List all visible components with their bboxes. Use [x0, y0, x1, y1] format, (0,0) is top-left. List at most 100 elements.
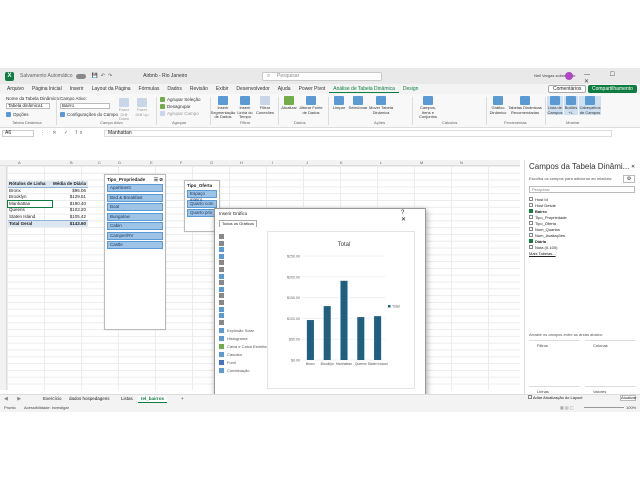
tab-power-pivot[interactable]: Power Pivot [295, 86, 330, 92]
chart-type-item[interactable]: Combinação [219, 367, 249, 374]
update-button[interactable]: Atualizar [620, 395, 637, 401]
refresh-button[interactable]: Atualizar [281, 96, 297, 111]
slicer-item[interactable]: Quarto priv [187, 209, 217, 217]
options-button[interactable]: Opções [6, 112, 29, 117]
add-sheet-icon[interactable]: + [178, 396, 187, 403]
slicer-clear-icons[interactable]: ☰ ⊘ [154, 177, 163, 183]
buttons-toggle[interactable]: Botões +/- [564, 96, 578, 115]
pivot-total-value[interactable]: $143.60 [52, 221, 88, 227]
chart-type-item[interactable]: Explosão Solar [219, 327, 254, 334]
tab-arquivo[interactable]: Arquivo [3, 86, 28, 92]
sheet-tab[interactable]: tel_bairros [138, 396, 168, 403]
group-field-button[interactable]: Agrupar Campo [160, 111, 199, 116]
filter-connections-button[interactable]: Filtrar Conexões [256, 96, 274, 115]
slicer-item[interactable]: Bungalow [107, 212, 163, 221]
chart-type-item[interactable]: Cascata [219, 351, 242, 358]
slicer-item[interactable]: Quarto com [187, 199, 217, 208]
field-checkbox[interactable] [529, 197, 533, 201]
pivot-header-value[interactable]: Média de Diária [52, 181, 88, 187]
dialog-controls[interactable]: ? ✕ [401, 210, 425, 223]
insert-slicer-button[interactable]: Inserir Segmentação de Dados [211, 96, 235, 120]
autosave-toggle[interactable] [75, 73, 86, 79]
field-checkbox[interactable] [529, 233, 533, 237]
field-search-input[interactable]: Pesquisar [529, 186, 635, 193]
slicer-tipo-propriedade[interactable]: Tipo_Propriedade ☰ ⊘ Apartment Bed & Brea… [104, 174, 166, 330]
zoom-slider[interactable] [584, 407, 624, 408]
pivot-name-input[interactable]: Tabela dinâmica1 [6, 103, 50, 109]
column-header[interactable]: L [380, 160, 382, 165]
comments-button[interactable]: Comentários [548, 85, 587, 93]
column-header[interactable]: J [306, 160, 308, 165]
window-controls[interactable]: — ☐ ✕ [584, 71, 640, 85]
tab-dados[interactable]: Dados [163, 86, 185, 92]
more-tables-link[interactable]: Mais Tabelas... [529, 250, 635, 256]
slicer-item[interactable]: Espaço inteiro [187, 190, 217, 202]
column-header[interactable]: G [210, 160, 213, 165]
group-selection-button[interactable]: Agrupar Seleção [160, 97, 201, 102]
pivot-header-label[interactable]: Rótulos de Linha [8, 181, 52, 187]
tab-all-charts[interactable]: Todos os Gráficos [219, 220, 258, 227]
field-checkbox[interactable] [529, 203, 533, 207]
pivot-chart-button[interactable]: Gráfico Dinâmico [489, 96, 507, 115]
tab-ajuda[interactable]: Ajuda [274, 86, 295, 92]
avatar[interactable] [565, 72, 573, 80]
name-box[interactable]: A6 [2, 130, 34, 137]
tab-inserir[interactable]: Inserir [66, 86, 88, 92]
field-settings-button[interactable]: Configurações do Campo [60, 112, 118, 117]
tab-p-gina-inicial[interactable]: Página Inicial [28, 86, 66, 92]
column-header[interactable]: A [18, 160, 21, 165]
chart-type-item[interactable]: Caixa e Caixa Estreita [219, 343, 267, 350]
formula-input[interactable]: Manhattan [104, 130, 612, 137]
sheet-tab[interactable]: dados hospedagens [66, 396, 113, 403]
column-header[interactable]: F [180, 160, 182, 165]
column-header[interactable]: N [460, 160, 463, 165]
active-field-input[interactable]: Bairro [60, 103, 110, 109]
column-header[interactable]: C [98, 160, 101, 165]
pivot-row-label[interactable]: Staten Island [8, 214, 52, 221]
slicer-item[interactable]: Bed & Breakfast [107, 193, 163, 202]
defer-checkbox[interactable] [528, 395, 532, 399]
accessibility-status[interactable]: Acessibilidade: investigar [24, 405, 69, 410]
column-header[interactable]: H [240, 160, 243, 165]
insert-timeline-button[interactable]: Inserir Linha do Tempo [236, 96, 254, 120]
chart-preview[interactable]: Total $0.00 $50.00 $100.00 $150.00 $200.00 $25… [267, 231, 415, 389]
close-icon[interactable]: ✕ [631, 164, 635, 170]
defer-update[interactable]: Adiar Atualização do Layout [528, 395, 582, 400]
move-pivot-button[interactable]: Mover Tabela Dinâmica [369, 96, 393, 115]
pivot-total-row[interactable]: Total Geral $143.60 [8, 220, 88, 227]
column-header[interactable]: E [150, 160, 153, 165]
drill-up-button[interactable]: Fazer Drill Up [134, 98, 150, 117]
gear-icon[interactable]: ⚙ [623, 175, 635, 183]
pivot-total-label[interactable]: Total Geral [8, 221, 52, 227]
pivot-row-value[interactable]: $105.42 [52, 214, 88, 221]
column-header[interactable]: M [420, 160, 423, 165]
field-checkbox[interactable] [529, 227, 533, 231]
tab-exibir[interactable]: Exibir [212, 86, 233, 92]
fields-items-button[interactable]: Campos, Itens e Conjuntos [416, 96, 440, 120]
pivot-row[interactable]: Staten Island $105.42 [8, 214, 88, 221]
slicer-item[interactable]: Apartment [107, 184, 163, 192]
search-input[interactable]: ⌕ Pesquisar [262, 72, 382, 81]
column-header[interactable]: B [70, 160, 73, 165]
view-buttons[interactable]: ▦ ▤ ▢ [560, 405, 574, 410]
sheet-tab[interactable]: Exercício [40, 396, 65, 403]
slicer-item[interactable]: Boat [107, 203, 163, 211]
tab-design[interactable]: Design [399, 86, 423, 92]
clear-button[interactable]: Limpar [331, 96, 347, 111]
drill-down-button[interactable]: Fazer Drill Down [116, 98, 132, 122]
field-checkbox[interactable] [529, 215, 533, 219]
field-checkbox[interactable] [529, 209, 533, 213]
quick-access-icons[interactable]: 💾↶↷ [92, 73, 116, 79]
ungroup-button[interactable]: Desagrupar [160, 104, 191, 109]
tab-layout-da-p-gina[interactable]: Layout da Página [88, 86, 135, 92]
slicer-item[interactable]: Cabin [107, 222, 163, 230]
column-header[interactable]: K [340, 160, 343, 165]
tab-an-lise-de-tabela-din-mica[interactable]: Análise de Tabela Dinâmica [329, 86, 399, 93]
slicer-item[interactable]: Camper/RV [107, 231, 163, 240]
chart-type-item[interactable]: Histograma [219, 335, 247, 342]
field-list-button[interactable]: Lista de Campos [547, 96, 563, 115]
column-header[interactable]: D [118, 160, 121, 165]
column-header[interactable]: I [272, 160, 273, 165]
change-source-button[interactable]: Alterar Fonte de Dados [299, 96, 323, 115]
headers-toggle[interactable]: Cabeçalhos de Campos [579, 96, 601, 115]
